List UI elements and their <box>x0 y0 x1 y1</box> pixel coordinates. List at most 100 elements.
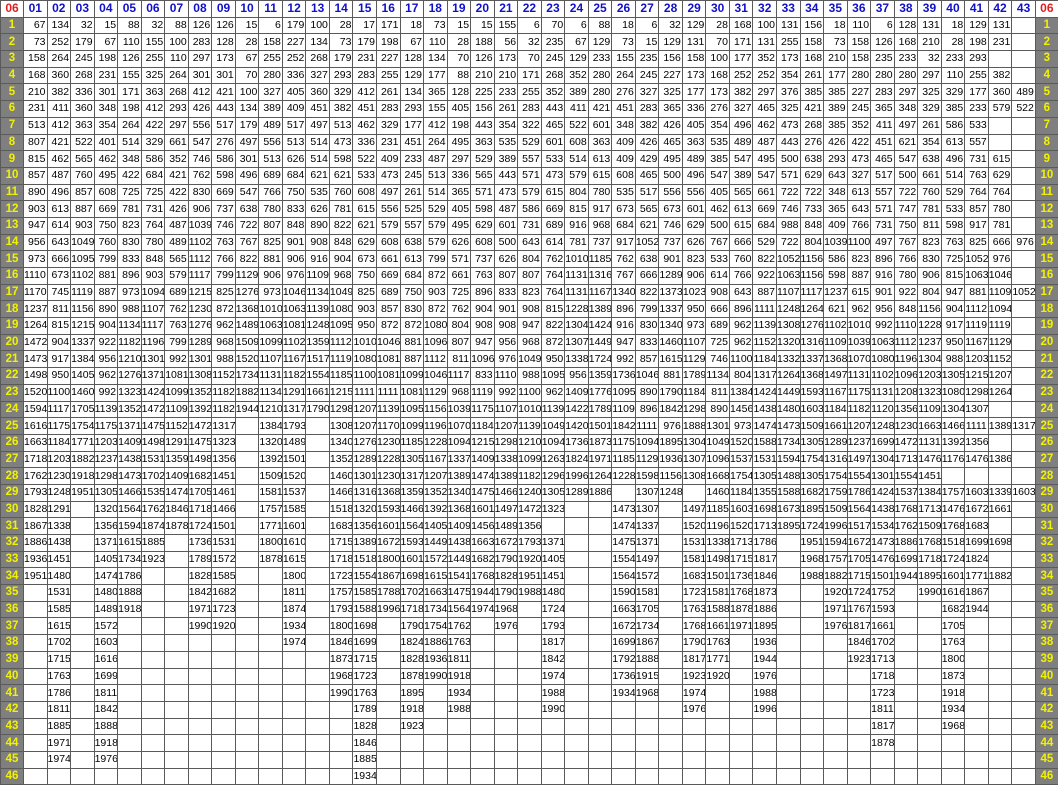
grid-cell: 1392 <box>424 501 448 518</box>
grid-cell: 1438 <box>118 451 142 468</box>
grid-cell: 283 <box>353 67 377 84</box>
grid-cell: 261 <box>494 101 518 118</box>
grid-cell <box>188 735 212 752</box>
grid-cell <box>471 651 495 668</box>
grid-cell: 1264 <box>24 318 48 335</box>
grid-cell: 412 <box>353 84 377 101</box>
row-label-right: 7 <box>1035 117 1058 134</box>
grid-cell: 487 <box>424 151 448 168</box>
grid-cell <box>988 768 1012 785</box>
grid-cell <box>588 518 612 535</box>
grid-cell: 1109 <box>165 401 189 418</box>
grid-cell: 522 <box>1012 101 1036 118</box>
grid-cell: 155 <box>118 67 142 84</box>
grid-cell: 1156 <box>800 251 824 268</box>
grid-cell: 906 <box>259 268 283 285</box>
grid-cell: 1129 <box>635 451 659 468</box>
grid-cell <box>424 735 448 752</box>
grid-cell: 429 <box>635 151 659 168</box>
grid-cell: 629 <box>682 217 706 234</box>
grid-cell: 426 <box>188 101 212 118</box>
grid-cell: 872 <box>400 318 424 335</box>
grid-cell: 988 <box>212 351 236 368</box>
grid-cell <box>1012 217 1036 234</box>
grid-cell <box>259 585 283 602</box>
grid-cell: 1081 <box>376 351 400 368</box>
grid-cell: 815 <box>47 318 71 335</box>
grid-cell: 1456 <box>471 518 495 535</box>
grid-cell: 833 <box>635 334 659 351</box>
grid-cell <box>494 735 518 752</box>
grid-cell <box>329 701 353 718</box>
row-label-left: 18 <box>1 301 24 318</box>
grid-cell: 1974 <box>282 635 306 652</box>
grid-cell: 1988 <box>753 685 777 702</box>
grid-cell: 763 <box>471 268 495 285</box>
grid-cell: 689 <box>541 217 565 234</box>
row-label-right: 11 <box>1035 184 1058 201</box>
grid-cell: 815 <box>541 301 565 318</box>
grid-cell <box>918 618 942 635</box>
grid-cell: 1817 <box>541 635 565 652</box>
grid-cell: 100 <box>753 17 777 34</box>
grid-cell <box>494 685 518 702</box>
grid-cell: 198 <box>376 34 400 51</box>
grid-cell <box>800 751 824 768</box>
grid-cell <box>659 701 683 718</box>
grid-cell <box>918 685 942 702</box>
grid-cell: 750 <box>400 284 424 301</box>
grid-cell: 904 <box>471 301 495 318</box>
grid-cell <box>753 751 777 768</box>
grid-cell: 1811 <box>871 701 895 718</box>
grid-cell: 1767 <box>847 601 871 618</box>
row-label-left: 29 <box>1 484 24 501</box>
grid-cell: 1320 <box>353 501 377 518</box>
grid-cell: 261 <box>918 117 942 134</box>
grid-cell: 327 <box>635 84 659 101</box>
grid-cell <box>565 618 589 635</box>
grid-cell <box>965 751 989 768</box>
grid-cell: 1811 <box>447 651 471 668</box>
grid-cell: 1968 <box>635 685 659 702</box>
grid-cell: 1971 <box>47 735 71 752</box>
grid-cell: 1920 <box>518 551 542 568</box>
grid-cell: 1762 <box>447 618 471 635</box>
grid-cell: 293 <box>965 51 989 68</box>
grid-cell: 88 <box>588 17 612 34</box>
grid-cell: 1389 <box>494 468 518 485</box>
column-header: 35 <box>824 1 848 18</box>
grid-cell <box>1012 318 1036 335</box>
grid-cell: 1095 <box>71 251 95 268</box>
grid-cell: 405 <box>706 184 730 201</box>
grid-cell: 15 <box>94 17 118 34</box>
column-header: 23 <box>541 1 565 18</box>
grid-cell: 556 <box>188 117 212 134</box>
grid-cell <box>894 718 918 735</box>
grid-cell: 283 <box>188 34 212 51</box>
grid-cell: 443 <box>777 134 801 151</box>
grid-cell: 750 <box>894 217 918 234</box>
grid-cell: 231 <box>24 101 48 118</box>
grid-cell: 426 <box>659 117 683 134</box>
grid-cell: 1451 <box>212 468 236 485</box>
grid-cell <box>424 701 448 718</box>
grid-cell: 360 <box>71 101 95 118</box>
grid-cell: 500 <box>494 234 518 251</box>
grid-cell: 1237 <box>94 451 118 468</box>
row-label-right: 42 <box>1035 701 1058 718</box>
grid-cell <box>518 618 542 635</box>
grid-cell: 1176 <box>941 451 965 468</box>
table-row: 8807421522401514329661547276497556513514… <box>1 134 1058 151</box>
grid-cell <box>235 535 259 552</box>
grid-cell: 1063 <box>777 268 801 285</box>
grid-cell: 1384 <box>918 484 942 501</box>
grid-cell: 533 <box>706 251 730 268</box>
grid-cell <box>71 701 95 718</box>
grid-cell: 1699 <box>612 635 636 652</box>
grid-cell: 1167 <box>965 334 989 351</box>
grid-cell <box>588 618 612 635</box>
grid-cell: 731 <box>518 217 542 234</box>
grid-cell: 1451 <box>918 468 942 485</box>
grid-cell: 1786 <box>753 535 777 552</box>
grid-cell: 767 <box>235 234 259 251</box>
